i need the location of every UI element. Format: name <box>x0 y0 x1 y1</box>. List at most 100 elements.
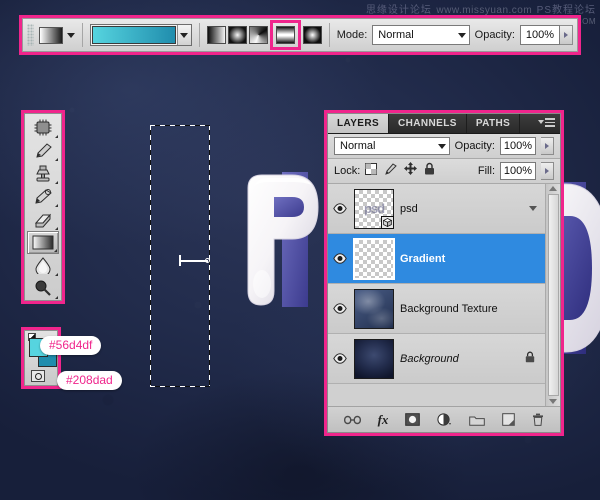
gradient-type-buttons <box>207 20 322 50</box>
fill-spinner[interactable] <box>541 162 554 180</box>
chevron-right-icon <box>564 32 568 38</box>
tool-preset-picker[interactable] <box>39 27 75 44</box>
panel-menu-icon[interactable] <box>538 118 555 127</box>
gradient-swatch[interactable] <box>92 26 176 44</box>
panel-menu-lines <box>545 118 555 127</box>
linear-gradient-button[interactable] <box>207 26 226 44</box>
options-bar-grip[interactable] <box>27 24 34 46</box>
tool-expand-corner <box>55 227 58 230</box>
gradient-drag-line <box>178 255 210 266</box>
layer-name: psd <box>400 203 418 215</box>
chevron-down-icon[interactable] <box>529 206 537 211</box>
lock-all-icon[interactable] <box>424 162 435 180</box>
scrollbar-thumb[interactable] <box>548 194 559 396</box>
add-layer-mask-button[interactable] <box>405 413 420 426</box>
gradient-picker[interactable] <box>90 24 192 46</box>
lock-transparent-pixels-icon[interactable] <box>365 162 377 180</box>
layers-blend-mode-value: Normal <box>340 140 375 152</box>
scroll-down-arrow-icon[interactable] <box>549 399 557 404</box>
tool-eraser[interactable] <box>27 208 59 231</box>
reflected-gradient-button[interactable] <box>276 26 295 44</box>
tab-paths[interactable]: PATHS <box>467 114 520 133</box>
layers-panel: LAYERSCHANNELSPATHS Normal Opacity: 100%… <box>327 113 561 433</box>
layer-thumbnail[interactable] <box>354 339 394 379</box>
layer-name: Background <box>400 353 459 365</box>
tool-expand-corner <box>55 296 58 299</box>
quick-mask-icon[interactable] <box>31 370 45 382</box>
layers-opacity-spinner[interactable] <box>541 137 554 155</box>
radial-gradient-button[interactable] <box>228 26 247 44</box>
tool-clone-stamp[interactable] <box>27 162 59 185</box>
lock-position-icon[interactable] <box>404 162 417 180</box>
layers-opacity-label: Opacity: <box>455 140 495 152</box>
chevron-down-icon <box>180 33 188 38</box>
layer-thumbnail[interactable] <box>354 239 394 279</box>
chevron-down-icon[interactable] <box>67 33 75 38</box>
lock-label: Lock: <box>334 165 360 177</box>
layer-visibility-eye-icon[interactable] <box>332 203 348 214</box>
tab-channels[interactable]: CHANNELS <box>389 114 467 133</box>
tool-patch[interactable] <box>27 116 59 139</box>
divider <box>199 23 200 47</box>
blend-mode-select[interactable]: Normal <box>372 25 469 45</box>
chevron-down-icon <box>438 144 446 149</box>
layer-visibility-eye-icon[interactable] <box>332 353 348 364</box>
blend-mode-row: Normal Opacity: 100% <box>328 134 560 159</box>
tool-expand-corner <box>55 135 58 138</box>
tool-gradient[interactable] <box>27 231 59 254</box>
tool-dodge[interactable] <box>27 277 59 300</box>
diamond-gradient-button[interactable] <box>303 26 322 44</box>
tool-brush[interactable] <box>27 139 59 162</box>
tool-expand-corner <box>55 273 58 276</box>
layer-name: Background Texture <box>400 303 498 315</box>
fill-label: Fill: <box>478 165 495 177</box>
panel-menu-arrow <box>538 120 544 124</box>
layers-opacity-input[interactable]: 100% <box>500 137 536 155</box>
layer-style-button[interactable]: fx <box>378 412 389 428</box>
link-layers-button[interactable] <box>344 415 361 425</box>
layer-visibility-eye-icon[interactable] <box>332 303 348 314</box>
layer-row[interactable]: Background Texture <box>328 284 545 334</box>
gradient-picker-dropdown[interactable] <box>177 25 191 45</box>
new-layer-button[interactable] <box>502 413 515 426</box>
gradient-preset-icon <box>39 27 63 44</box>
drag-end-cap <box>205 258 210 263</box>
tool-expand-corner <box>55 204 58 207</box>
new-group-button[interactable] <box>469 414 485 426</box>
layer-row[interactable]: psdpsd <box>328 184 545 234</box>
drag-line-stroke <box>180 260 208 262</box>
tab-layers[interactable]: LAYERS <box>328 114 389 133</box>
lock-row: Lock: <box>328 159 560 184</box>
tool-blur[interactable] <box>27 254 59 277</box>
smart-object-badge-icon <box>381 216 394 229</box>
lock-buttons <box>365 162 435 180</box>
panel-tabs: LAYERSCHANNELSPATHS <box>328 114 560 134</box>
scroll-up-arrow-icon[interactable] <box>549 186 557 191</box>
layer-thumbnail[interactable]: psd <box>354 189 394 229</box>
foreground-color-callout: #56d4df <box>40 336 101 355</box>
chevron-down-icon <box>458 33 466 38</box>
angle-gradient-button[interactable] <box>249 26 268 44</box>
layers-scrollbar[interactable] <box>545 184 560 406</box>
new-adjustment-layer-button[interactable] <box>437 413 452 426</box>
layers-blend-mode-select[interactable]: Normal <box>334 137 450 155</box>
tool-history-brush[interactable] <box>27 185 59 208</box>
opacity-label: Opacity: <box>475 29 515 41</box>
lock-image-pixels-icon[interactable] <box>384 162 397 180</box>
layer-locked-icon <box>525 350 535 368</box>
delete-layer-button[interactable] <box>532 413 544 426</box>
opacity-input[interactable]: 100% <box>520 25 560 45</box>
selected-gradient-type-annotation <box>270 20 301 50</box>
tools-panel <box>24 113 62 301</box>
tool-expand-corner <box>55 181 58 184</box>
layer-row[interactable]: Background <box>328 334 545 384</box>
fill-input[interactable]: 100% <box>500 162 536 180</box>
background-color-callout: #208dad <box>57 371 122 390</box>
opacity-spinner-button[interactable] <box>560 25 573 45</box>
layer-name: Gradient <box>400 253 445 265</box>
layer-row[interactable]: Gradient <box>328 234 545 284</box>
mode-label: Mode: <box>337 29 368 41</box>
tool-expand-corner <box>55 158 58 161</box>
layer-thumbnail[interactable] <box>354 289 394 329</box>
layer-visibility-eye-icon[interactable] <box>332 253 348 264</box>
